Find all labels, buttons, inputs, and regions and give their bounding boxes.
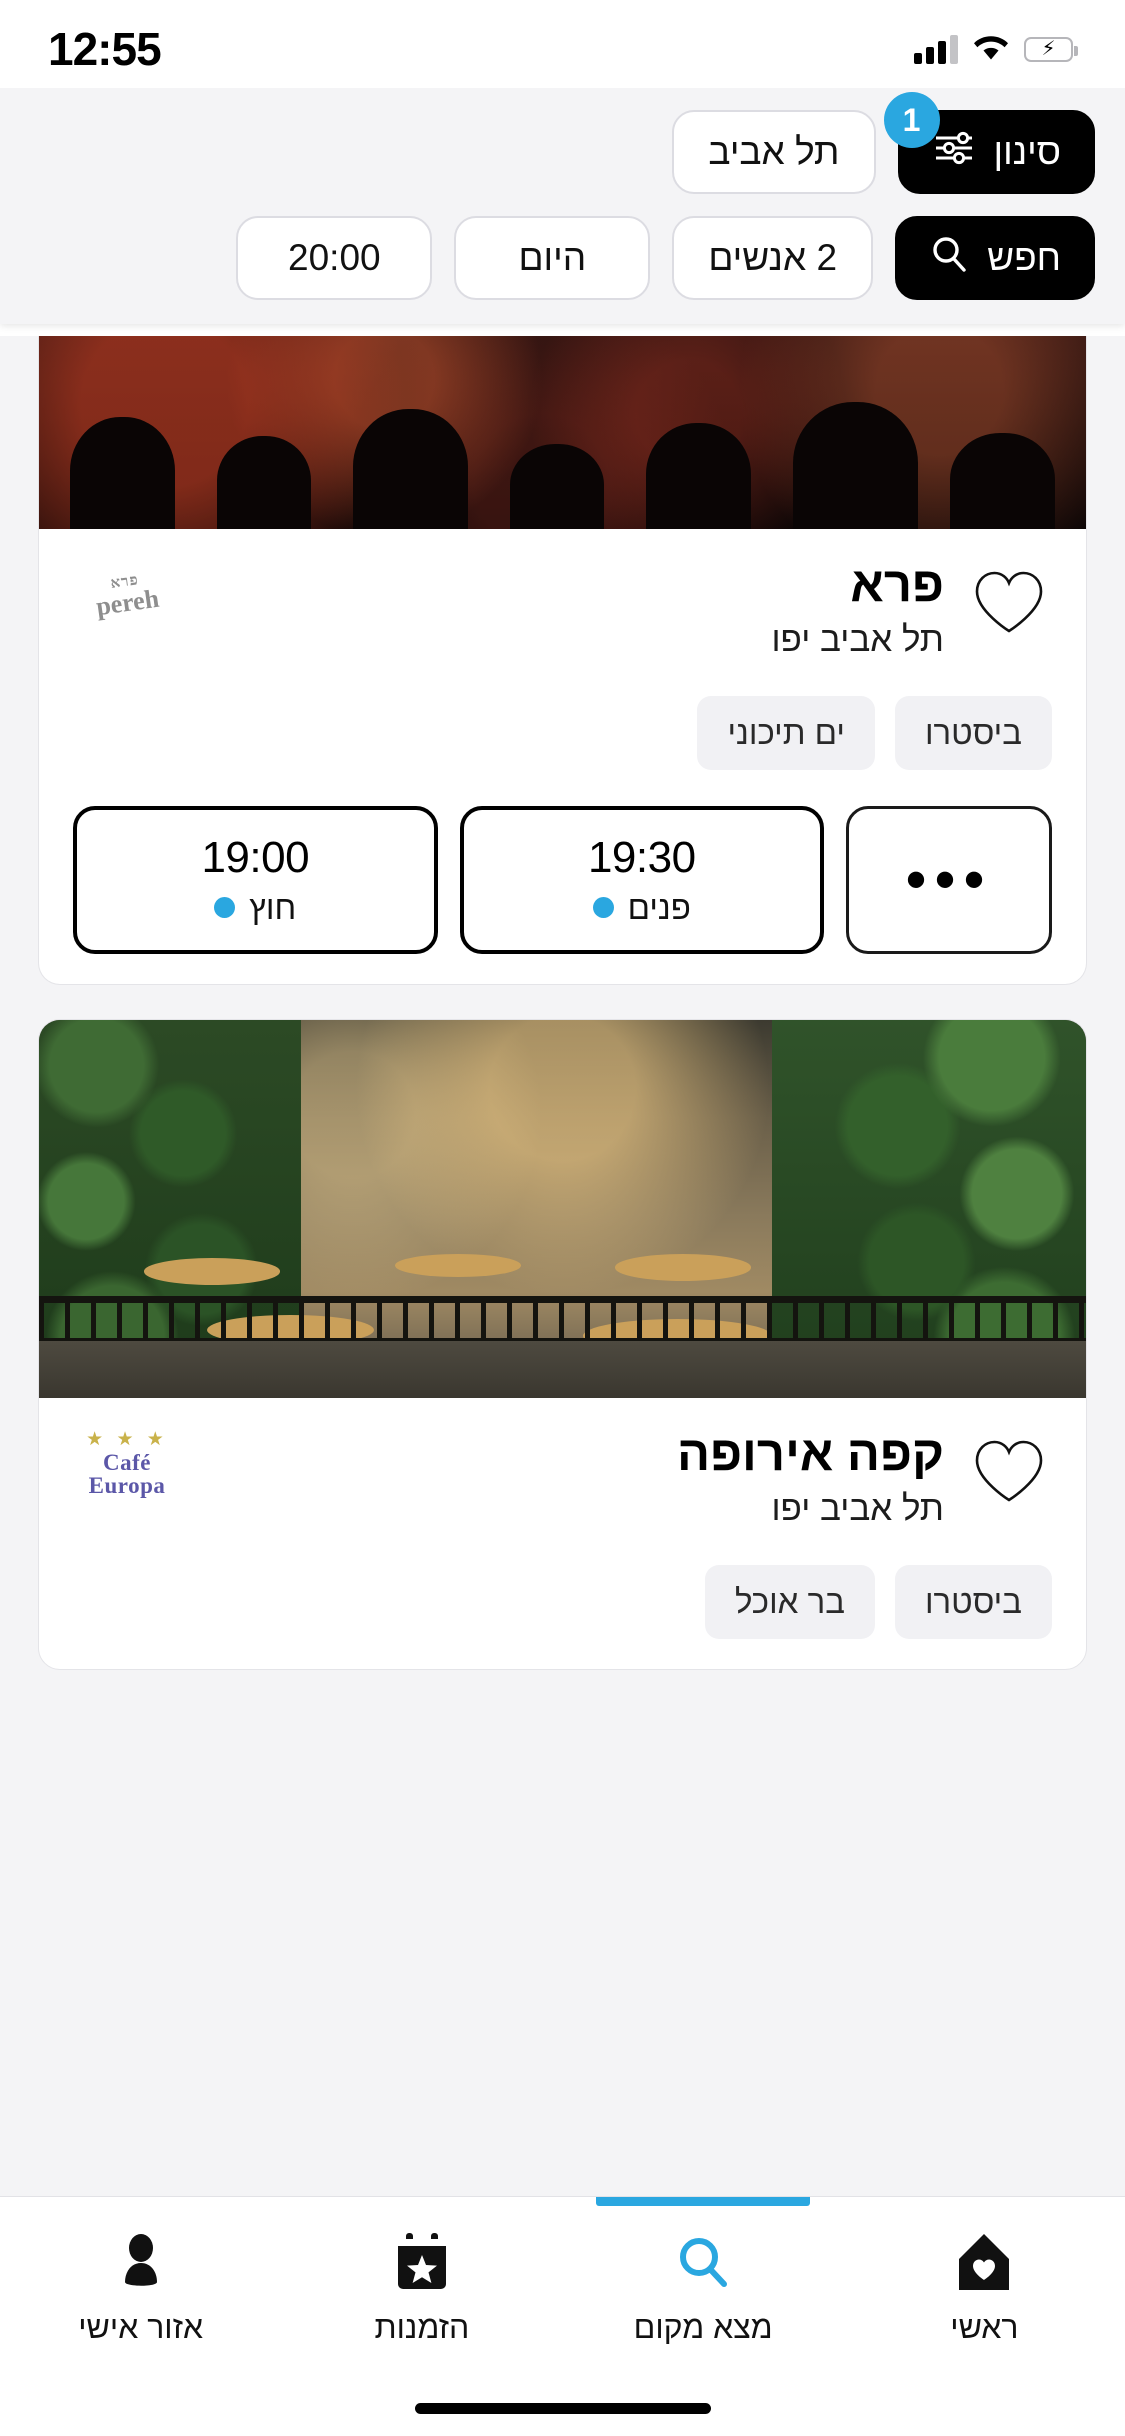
restaurant-card-body: קפה אירופה תל אביב יפו ★ ★ ★ Café Europa…	[39, 1398, 1086, 1669]
tab-find-place[interactable]: מצא מקום	[563, 2197, 844, 2436]
filter-button-wrap: 1 סינון	[883, 92, 1095, 194]
tab-reservations-label: הזמנות	[374, 2309, 470, 2345]
person-icon	[116, 2229, 166, 2295]
filter-header: 1 סינון תל אביב חפש 2 אנשים היום 20:00	[0, 88, 1125, 324]
search-button[interactable]: חפש	[895, 216, 1095, 300]
party-size-button[interactable]: 2 אנשים	[672, 216, 874, 300]
city-filter-button[interactable]: תל אביב	[672, 110, 876, 194]
slot-zone: חוץ	[214, 889, 296, 927]
slot-indicator-dot	[214, 897, 236, 919]
favorite-button[interactable]	[966, 559, 1052, 645]
restaurant-logo-stars: ★ ★ ★	[86, 1429, 168, 1451]
restaurant-tag[interactable]: ים תיכוני	[697, 695, 875, 770]
party-size-label: 2 אנשים	[708, 237, 838, 278]
more-slots-label: •••	[905, 845, 993, 913]
filter-row-top: 1 סינון תל אביב	[30, 92, 1095, 194]
restaurant-title-block: פרא תל אביב יפו	[203, 559, 944, 660]
date-label: היום	[518, 237, 587, 278]
restaurant-tags: ביסטרו בר אוכל	[73, 1564, 1052, 1639]
restaurant-tags: ביסטרו ים תיכוני	[73, 695, 1052, 770]
tab-home-label: ראשי	[950, 2309, 1019, 2345]
search-icon	[674, 2229, 732, 2295]
tab-home[interactable]: ראשי	[844, 2197, 1125, 2436]
status-bar-time: 12:55	[48, 23, 162, 75]
availability-slots: ••• 19:30 פנים 19:00 חוץ	[73, 805, 1052, 954]
filter-badge: 1	[883, 92, 940, 148]
restaurant-name: קפה אירופה	[677, 1426, 944, 1481]
restaurant-city: תל אביב יפו	[771, 1488, 944, 1528]
restaurant-city: תל אביב יפו	[771, 619, 944, 659]
calendar-star-icon	[396, 2229, 448, 2295]
favorite-button[interactable]	[966, 1428, 1052, 1514]
bottom-tab-bar: ראשי מצא מקום הזמנות אזור אישי	[0, 2196, 1125, 2436]
home-indicator	[414, 2403, 711, 2414]
restaurant-logo: ★ ★ ★ Café Europa	[73, 1428, 181, 1500]
time-label: 20:00	[288, 237, 381, 278]
restaurant-name: פרא	[850, 558, 944, 612]
restaurant-card[interactable]: קפה אירופה תל אביב יפו ★ ★ ★ Café Europa…	[38, 1018, 1087, 1670]
search-button-label: חפש	[987, 237, 1061, 278]
slot-button[interactable]: 19:30 פנים	[459, 805, 824, 954]
slot-button[interactable]: 19:00 חוץ	[73, 805, 438, 954]
home-heart-icon	[957, 2229, 1011, 2295]
restaurant-card-body: פרא תל אביב יפו פרא pereh ביסטרו ים תיכו…	[39, 529, 1086, 984]
status-bar-icons: ⚡	[914, 23, 1078, 66]
time-button[interactable]: 20:00	[236, 216, 433, 300]
filter-button-label: סינון	[993, 131, 1062, 172]
sliders-icon	[932, 128, 976, 177]
restaurant-logo: פרא pereh	[73, 559, 181, 631]
tab-active-indicator	[596, 2197, 810, 2206]
slot-zone: פנים	[592, 888, 691, 927]
search-icon	[929, 234, 969, 283]
wifi-icon	[972, 33, 1010, 66]
tab-profile[interactable]: אזור אישי	[0, 2197, 281, 2436]
restaurant-tag[interactable]: ביסטרו	[894, 695, 1052, 770]
restaurant-photo	[39, 336, 1086, 529]
restaurant-tag[interactable]: בר אוכל	[704, 1564, 875, 1639]
restaurant-title-block: קפה אירופה תל אביב יפו	[203, 1426, 944, 1529]
slot-time: 19:00	[201, 832, 310, 882]
restaurant-title-row: קפה אירופה תל אביב יפו ★ ★ ★ Café Europa	[73, 1426, 1052, 1529]
restaurant-tag[interactable]: ביסטרו	[894, 1564, 1052, 1639]
more-slots-button[interactable]: •••	[846, 805, 1052, 954]
tab-reservations[interactable]: הזמנות	[281, 2197, 562, 2436]
slot-zone-label: חוץ	[249, 888, 297, 926]
restaurant-card[interactable]: פרא תל אביב יפו פרא pereh ביסטרו ים תיכו…	[38, 336, 1087, 985]
city-filter-label: תל אביב	[708, 131, 840, 172]
battery-charging-icon: ⚡	[1024, 36, 1078, 62]
slot-zone-label: פנים	[627, 888, 691, 926]
slot-indicator-dot	[592, 897, 614, 919]
tab-find-place-label: מצא מקום	[633, 2309, 773, 2345]
cellular-signal-icon	[914, 34, 958, 64]
restaurant-photo	[39, 1019, 1086, 1398]
tab-profile-label: אזור אישי	[78, 2309, 204, 2345]
restaurant-logo-text: Café Europa	[88, 1450, 166, 1499]
results-list[interactable]: פרא תל אביב יפו פרא pereh ביסטרו ים תיכו…	[0, 336, 1125, 2196]
filter-row-search: חפש 2 אנשים היום 20:00	[30, 216, 1095, 300]
slot-time: 19:30	[587, 832, 696, 882]
restaurant-title-row: פרא תל אביב יפו פרא pereh	[73, 559, 1052, 660]
date-button[interactable]: היום	[454, 216, 651, 300]
status-bar: 12:55 ⚡	[0, 0, 1125, 88]
